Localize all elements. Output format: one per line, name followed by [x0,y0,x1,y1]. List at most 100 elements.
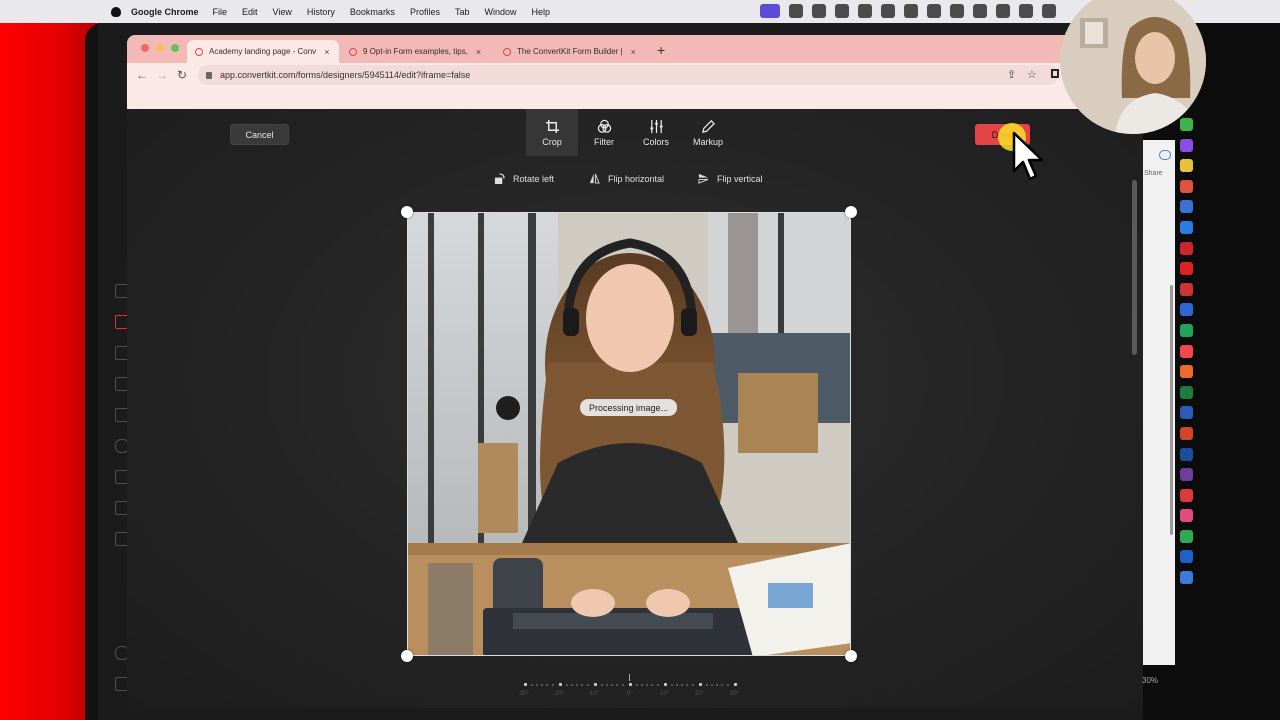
minimize-window-icon[interactable] [156,44,164,52]
menu-edit[interactable]: Edit [242,7,258,17]
share-page-icon[interactable]: ⇪ [1007,68,1016,81]
ruler-tick [606,684,608,686]
bluetooth-icon[interactable] [950,4,964,18]
word-dock-icon[interactable] [1180,406,1193,420]
forward-arrow-icon[interactable]: → [156,68,168,82]
acrobat-dock-icon[interactable] [1180,262,1193,276]
hat-icon[interactable] [881,4,895,18]
menu-bookmarks[interactable]: Bookmarks [350,7,395,17]
ruler-tick [587,684,589,686]
crop-handle-top-left[interactable] [401,206,413,218]
excel-dock-icon[interactable] [1180,385,1193,399]
vscode-dock-icon[interactable] [1180,447,1193,461]
close-window-icon[interactable] [141,44,149,52]
tab-form-builder[interactable]: The ConvertKit Form Builder | × [495,40,647,63]
crop-handle-top-right[interactable] [845,206,857,218]
clock-icon[interactable] [973,4,987,18]
tab-strip: Academy landing page - Conv × 9 Opt-in F… [127,35,1143,63]
palm-icon[interactable] [904,4,918,18]
photos-dock-icon[interactable] [1180,365,1193,379]
battery-icon[interactable] [1019,4,1033,18]
rotation-ruler[interactable]: -30° -20° -10° 0° 10° 20° 30° [507,674,767,704]
finder-dock-icon[interactable] [1180,571,1193,585]
safari-dock-icon[interactable] [1180,220,1193,234]
pdf-dock-icon[interactable] [1180,282,1193,296]
share-label[interactable]: Share [1144,170,1163,177]
chrome-dock-icon[interactable] [1180,159,1193,173]
github-dock-icon[interactable] [1180,468,1193,482]
address-bar[interactable]: app.convertkit.com/forms/designers/59451… [198,65,1058,85]
tab-close-icon[interactable]: × [631,47,636,57]
new-tab-button[interactable]: + [657,42,665,58]
reload-icon[interactable]: ↻ [177,68,187,82]
tab-optin-examples[interactable]: 9 Opt-in Form examples, tips, × [341,40,493,63]
cancel-button[interactable]: Cancel [230,124,289,145]
menu-help[interactable]: Help [531,7,550,17]
ruler-tick [641,684,643,686]
right-panel-scrollbar[interactable] [1170,285,1173,535]
menu-profiles[interactable]: Profiles [410,7,440,17]
wifi-icon[interactable] [1042,4,1056,18]
ruler-tick [566,684,568,686]
tool-markup[interactable]: Markup [682,109,734,156]
link-icon[interactable] [1159,150,1171,160]
keyboard-icon[interactable] [789,4,803,18]
tool-crop[interactable]: Crop [526,109,578,156]
tab-academy[interactable]: Academy landing page - Conv × [187,40,339,63]
flip-vertical-icon [698,173,709,184]
crop-handle-bottom-right[interactable] [845,650,857,662]
ruler-tick [531,684,533,686]
ruler-label: -20° [553,691,565,697]
status-icons [760,4,1056,18]
ruler-tick [576,684,578,686]
browser-window: Academy landing page - Conv × 9 Opt-in F… [127,35,1143,708]
app-dock-icon[interactable] [1180,488,1193,502]
ruler-label: 20° [695,691,705,697]
chrome2-dock-icon[interactable] [1180,529,1193,543]
mouse-pointer-icon [1012,131,1044,181]
tab-close-icon[interactable]: × [476,47,481,57]
menu-file[interactable]: File [213,7,228,17]
zoom-dock-icon[interactable] [1180,550,1193,564]
sidebar-toggle-icon[interactable] [1051,69,1059,78]
tool-filter[interactable]: Filter [578,109,630,156]
crop-icon [545,119,559,133]
screen-record-icon[interactable] [760,4,780,18]
flip-vertical-button[interactable]: Flip vertical [698,173,763,184]
app-status-icon[interactable] [812,4,826,18]
app2-dock-icon[interactable] [1180,509,1193,523]
bookmark-star-icon[interactable]: ☆ [1027,68,1037,81]
menu-app-name[interactable]: Google Chrome [131,7,199,17]
apple-icon[interactable] [111,6,121,17]
lock-icon[interactable] [206,71,212,79]
messenger-dock-icon[interactable] [1180,138,1193,152]
opera-dock-icon[interactable] [1180,241,1193,255]
menu-history[interactable]: History [307,7,335,17]
crop-handle-bottom-left[interactable] [401,650,413,662]
tab-close-icon[interactable]: × [324,47,329,57]
sheets-dock-icon[interactable] [1180,323,1193,337]
editor-scrollbar[interactable] [1132,180,1137,355]
url-text: app.convertkit.com/forms/designers/59451… [220,70,471,80]
menu-view[interactable]: View [273,7,292,17]
back-arrow-icon[interactable]: ← [136,68,148,82]
firefox-dock-icon[interactable] [1180,179,1193,193]
browser-toolbar: ← → ↻ app.convertkit.com/forms/designers… [127,63,1143,87]
menu-window[interactable]: Window [484,7,516,17]
play-icon[interactable] [996,4,1010,18]
woman-at-desk-image [408,213,850,655]
messages-dock-icon[interactable] [1180,118,1193,131]
s-icon[interactable] [927,4,941,18]
maximize-window-icon[interactable] [171,44,179,52]
music-dock-icon[interactable] [1180,344,1193,358]
rotate-left-button[interactable]: Rotate left [494,173,554,184]
crop-image[interactable] [407,212,851,656]
powerpoint-dock-icon[interactable] [1180,426,1193,440]
tool-colors[interactable]: Colors [630,109,682,156]
flip-horizontal-button[interactable]: Flip horizontal [589,173,664,184]
docs-dock-icon[interactable] [1180,303,1193,317]
skype-dock-icon[interactable] [1180,200,1193,214]
drive-icon[interactable] [835,4,849,18]
cloud-icon[interactable] [858,4,872,18]
menu-tab[interactable]: Tab [455,7,470,17]
